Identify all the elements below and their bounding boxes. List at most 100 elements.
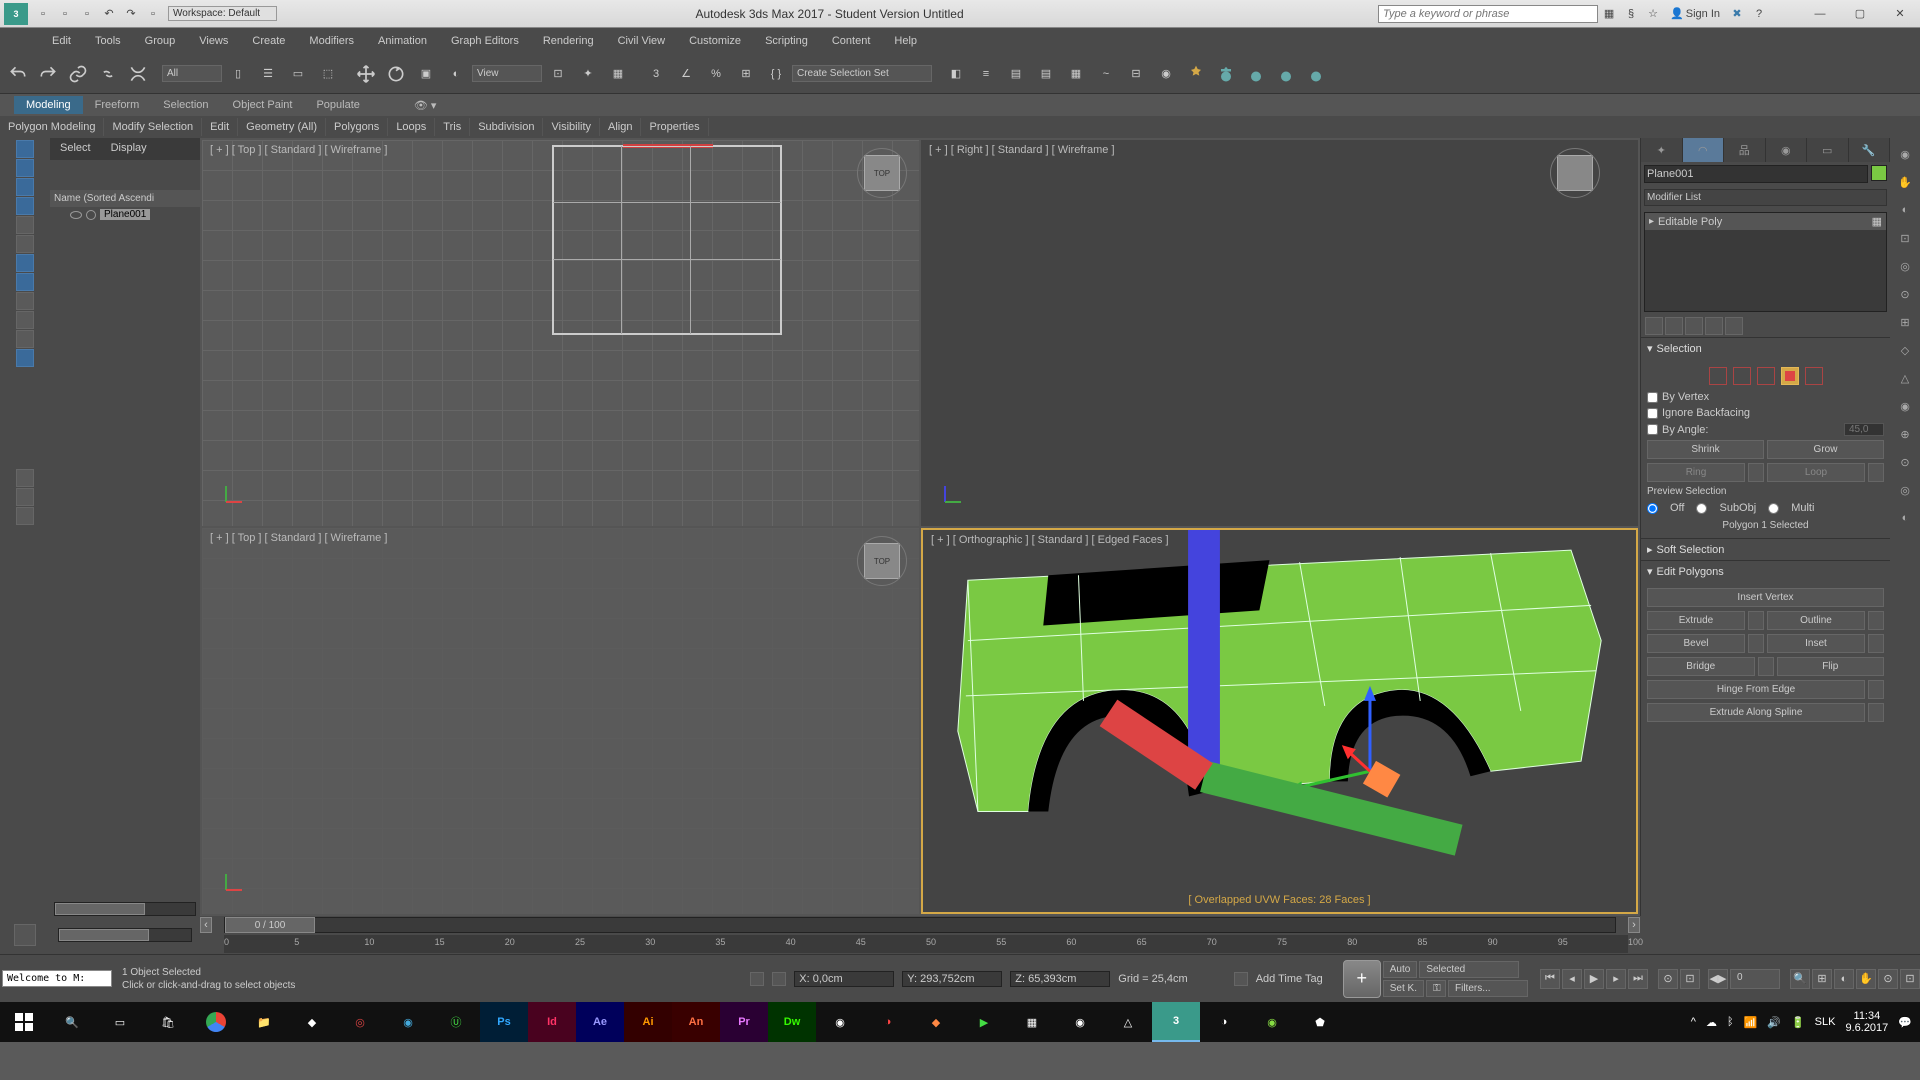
tab-create-icon[interactable]: ✦	[1641, 138, 1683, 162]
ribbon-tab-populate[interactable]: Populate	[304, 96, 371, 114]
unlink-button[interactable]	[94, 60, 122, 88]
app-icon-1[interactable]: ◆	[288, 1002, 336, 1042]
vptool-11[interactable]: ⊕	[1895, 424, 1915, 444]
select-window-button[interactable]: ⬚	[314, 60, 342, 88]
display-btn-10[interactable]	[16, 311, 34, 329]
viewport-right-label[interactable]: [ + ] [ Right ] [ Standard ] [ Wireframe…	[929, 144, 1115, 156]
star-icon[interactable]: ☆	[1642, 3, 1664, 25]
nav-pan-button[interactable]: ✋	[1856, 969, 1876, 989]
store-icon[interactable]: 🛍	[144, 1002, 192, 1042]
ribbon-polygons[interactable]: Polygons	[326, 118, 388, 136]
display-btn-8[interactable]	[16, 273, 34, 291]
spinner-snap-button[interactable]: ⊞	[732, 60, 760, 88]
menu-edit[interactable]: Edit	[40, 31, 83, 51]
start-button[interactable]	[0, 1002, 48, 1042]
manipulate-button[interactable]: ✦	[574, 60, 602, 88]
animate-icon[interactable]: An	[672, 1002, 720, 1042]
viewport-perspective[interactable]: [ + ] [ Orthographic ] [ Standard ] [ Ed…	[921, 528, 1638, 914]
viewport-layout-button[interactable]	[14, 924, 36, 946]
rotate-button[interactable]	[382, 60, 410, 88]
show-result-icon[interactable]	[1665, 317, 1683, 335]
pin-stack-icon[interactable]	[1645, 317, 1663, 335]
ribbon-button[interactable]: ▦	[1062, 60, 1090, 88]
menu-create[interactable]: Create	[240, 31, 297, 51]
configure-icon[interactable]	[1725, 317, 1743, 335]
ribbon-toggle-icon[interactable]: 👁 ▾	[402, 96, 449, 115]
bevel-button[interactable]: Bevel	[1647, 634, 1745, 653]
align-button[interactable]: ≡	[972, 60, 1000, 88]
ring-spinner[interactable]	[1748, 463, 1764, 482]
ref-coord-dropdown[interactable]: View	[472, 65, 542, 82]
filter-btn-1[interactable]	[16, 469, 34, 487]
insert-vertex-button[interactable]: Insert Vertex	[1647, 588, 1884, 607]
filter-btn-3[interactable]	[16, 507, 34, 525]
named-selection-dropdown[interactable]: Create Selection Set	[792, 65, 932, 82]
tab-modify-icon[interactable]: ◠	[1683, 138, 1725, 162]
ribbon-visibility[interactable]: Visibility	[543, 118, 600, 136]
rollout-edit-polygons-head[interactable]: ▾ Edit Polygons	[1641, 561, 1890, 582]
menu-content[interactable]: Content	[820, 31, 883, 51]
object-color-swatch[interactable]	[1871, 165, 1887, 181]
ribbon-tab-freeform[interactable]: Freeform	[83, 96, 152, 114]
ribbon-tab-selection[interactable]: Selection	[151, 96, 220, 114]
placement-button[interactable]: ◐	[442, 60, 470, 88]
auto-key-button[interactable]: Auto	[1383, 961, 1418, 978]
display-btn-7[interactable]	[16, 254, 34, 272]
key-icon[interactable]: §	[1620, 3, 1642, 25]
render-iter-button[interactable]	[1272, 60, 1300, 88]
redo-button[interactable]	[34, 60, 62, 88]
stack-editable-poly[interactable]: ▸ Editable Poly▦	[1645, 213, 1886, 230]
display-btn-12[interactable]	[16, 349, 34, 367]
select-by-name-button[interactable]: ☰	[254, 60, 282, 88]
material-editor-button[interactable]: ◉	[1152, 60, 1180, 88]
rollout-soft-selection-head[interactable]: ▸ Soft Selection	[1641, 539, 1890, 560]
taskview-button[interactable]: ▭	[96, 1002, 144, 1042]
dreamweaver-icon[interactable]: Dw	[768, 1002, 816, 1042]
maximize-button[interactable]: ▢	[1840, 1, 1880, 27]
tab-motion-icon[interactable]: ◉	[1766, 138, 1808, 162]
freeze-icon[interactable]	[86, 210, 96, 220]
tray-time[interactable]: 11:34	[1845, 1010, 1888, 1022]
nav-maxmin-button[interactable]: ⊡	[1900, 969, 1920, 989]
link-button[interactable]	[64, 60, 92, 88]
project-icon[interactable]: ▫	[142, 3, 164, 25]
curve-editor-button[interactable]: ~	[1092, 60, 1120, 88]
ribbon-align[interactable]: Align	[600, 118, 641, 136]
tray-lang[interactable]: SLK	[1815, 1016, 1836, 1028]
tray-cloud-icon[interactable]: ☁	[1706, 1016, 1717, 1029]
maxscript-listener[interactable]: Welcome to M:	[2, 970, 112, 987]
app-icon-2[interactable]: ◎	[336, 1002, 384, 1042]
app-icon-3[interactable]: ◉	[384, 1002, 432, 1042]
scene-item-plane001[interactable]: Plane001	[50, 207, 200, 222]
rollout-selection-head[interactable]: ▾ Selection	[1641, 338, 1890, 359]
bind-button[interactable]	[124, 60, 152, 88]
app-icon-8[interactable]: ▶	[960, 1002, 1008, 1042]
menu-animation[interactable]: Animation	[366, 31, 439, 51]
tray-net-icon[interactable]: 📶	[1744, 1016, 1758, 1029]
subobj-vertex-icon[interactable]	[1709, 367, 1727, 385]
layers-button[interactable]: ▤	[1002, 60, 1030, 88]
editor-button[interactable]: { }	[762, 60, 790, 88]
flip-button[interactable]: Flip	[1777, 657, 1885, 676]
filter-btn-2[interactable]	[16, 488, 34, 506]
scene-hscroll[interactable]	[54, 902, 196, 916]
tray-chevron-icon[interactable]: ^	[1691, 1016, 1696, 1028]
make-unique-icon[interactable]	[1685, 317, 1703, 335]
outline-button[interactable]: Outline	[1767, 611, 1865, 630]
modifier-list-dropdown[interactable]: Modifier List	[1644, 189, 1887, 206]
hinge-settings[interactable]	[1868, 680, 1884, 699]
ribbon-modify-selection[interactable]: Modify Selection	[104, 118, 202, 136]
extrude-settings[interactable]	[1748, 611, 1764, 630]
nav-orbit-button[interactable]: ⊙	[1878, 969, 1898, 989]
scene-column-header[interactable]: Name (Sorted Ascendi	[50, 190, 200, 207]
explorer-icon[interactable]: 📁	[240, 1002, 288, 1042]
modifier-stack[interactable]: ▸ Editable Poly▦	[1644, 212, 1887, 312]
display-btn-9[interactable]	[16, 292, 34, 310]
render-prod-button[interactable]	[1242, 60, 1270, 88]
vptool-3[interactable]: ◐	[1895, 200, 1915, 220]
redo-qat-icon[interactable]: ↷	[120, 3, 142, 25]
ribbon-properties[interactable]: Properties	[641, 118, 708, 136]
display-btn-5[interactable]	[16, 216, 34, 234]
inset-settings[interactable]	[1868, 634, 1884, 653]
next-frame-button[interactable]: ▸	[1606, 969, 1626, 989]
